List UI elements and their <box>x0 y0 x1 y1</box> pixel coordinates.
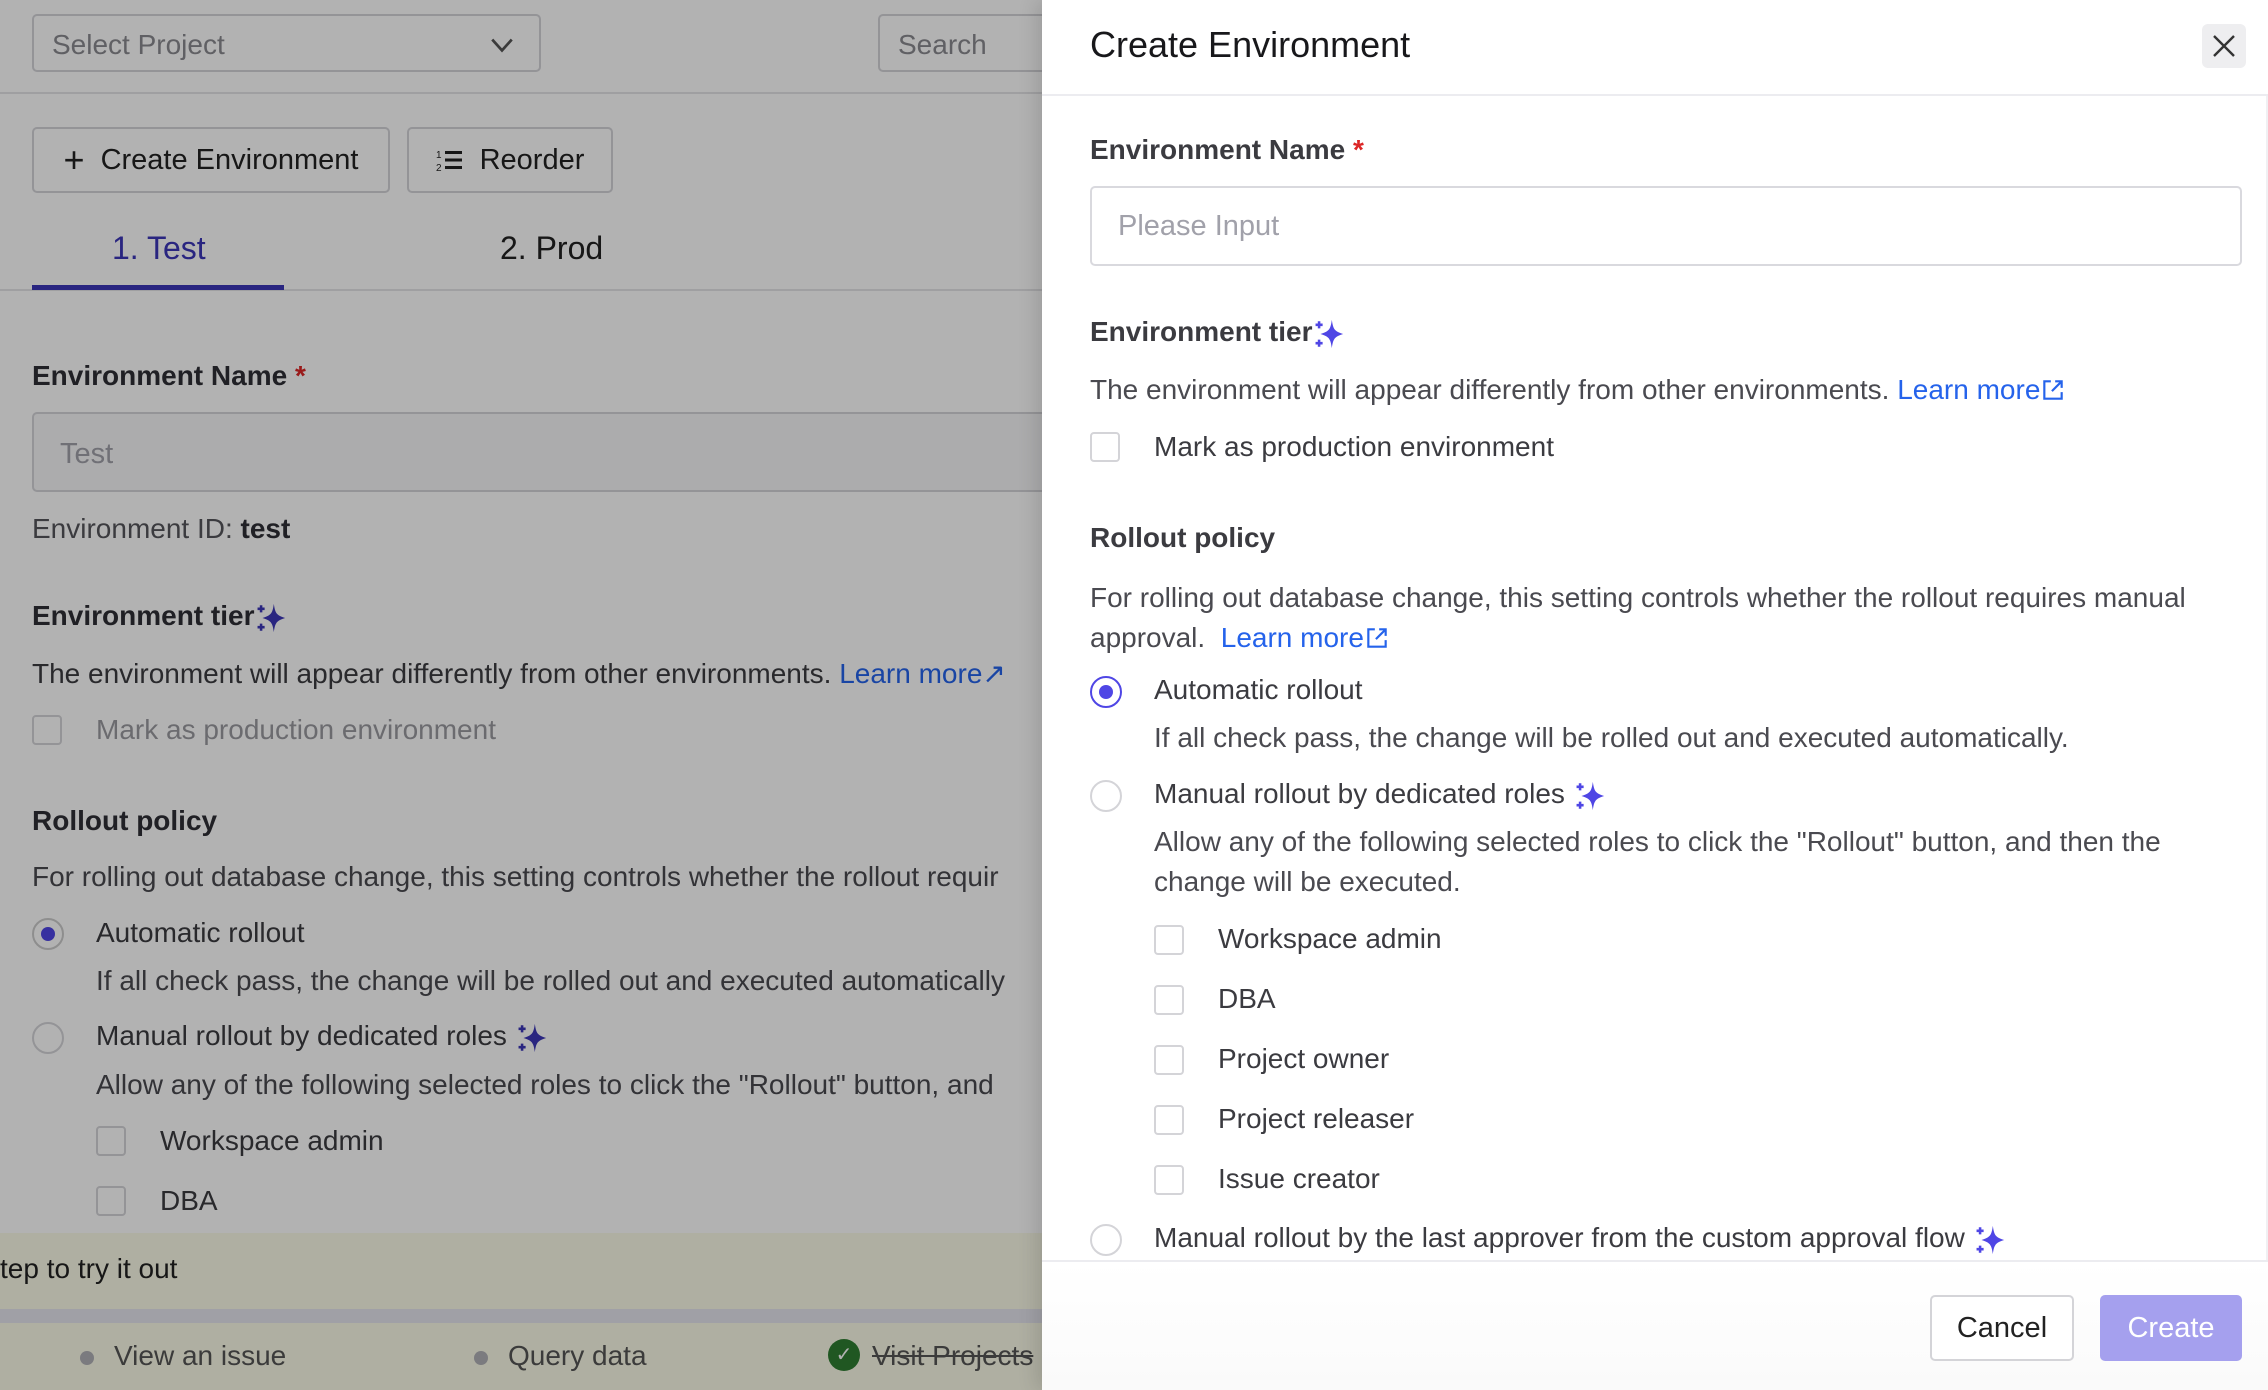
manual-approver-label[interactable]: Manual rollout by the last approver from… <box>1154 1222 2007 1257</box>
sparkles-icon <box>1976 1225 2004 1254</box>
role-checkbox-project-releaser[interactable] <box>1154 1105 1184 1135</box>
role-label[interactable]: Issue creator <box>1218 1163 1380 1195</box>
drawer-header: Create Environment <box>1042 0 2268 96</box>
role-label[interactable]: DBA <box>1218 983 1276 1015</box>
role-label[interactable]: Workspace admin <box>1218 923 1442 955</box>
role-checkbox-issue-creator[interactable] <box>1154 1165 1184 1195</box>
role-label[interactable]: Project owner <box>1218 1043 1389 1075</box>
manual-approver-label-text: Manual rollout by the last approver from… <box>1154 1222 1965 1253</box>
env-tier-label-text: Environment tier <box>1090 316 1313 347</box>
learn-more-link[interactable]: Learn more <box>1897 374 2040 405</box>
manual-roles-radio[interactable] <box>1090 780 1122 812</box>
learn-more-link[interactable]: Learn more <box>1221 622 1364 653</box>
env-name-label: Environment Name * <box>1090 134 1364 166</box>
required-mark: * <box>1352 134 1364 165</box>
rollout-policy-label: Rollout policy <box>1090 522 1276 553</box>
auto-rollout-label[interactable]: Automatic rollout <box>1154 674 1363 706</box>
manual-roles-desc: Allow any of the following selected role… <box>1154 826 2161 897</box>
env-tier-desc-text: The environment will appear differently … <box>1090 374 1890 405</box>
close-button[interactable] <box>2202 24 2246 68</box>
modal-overlay[interactable] <box>0 0 1042 1390</box>
sparkles-icon <box>1576 781 1604 810</box>
external-link-icon <box>2043 380 2064 400</box>
cancel-button[interactable]: Cancel <box>1930 1295 2074 1361</box>
manual-roles-label[interactable]: Manual rollout by dedicated roles <box>1154 778 1607 813</box>
drawer-title: Create Environment <box>1090 24 1411 65</box>
auto-rollout-radio[interactable] <box>1090 676 1122 708</box>
role-checkbox-project-owner[interactable] <box>1154 1045 1184 1075</box>
production-checkbox-label[interactable]: Mark as production environment <box>1154 431 1554 463</box>
manual-roles-label-text: Manual rollout by dedicated roles <box>1154 778 1565 809</box>
env-name-input[interactable] <box>1092 188 2240 264</box>
create-button[interactable]: Create <box>2100 1295 2242 1361</box>
sparkles-icon <box>1316 319 1344 348</box>
env-tier-desc: The environment will appear differently … <box>1090 374 2066 406</box>
rollout-policy-desc: For rolling out database change, this se… <box>1090 578 2250 658</box>
external-link-icon <box>1367 628 1387 648</box>
role-checkbox-dba[interactable] <box>1154 985 1184 1015</box>
drawer-footer: Cancel Create <box>1042 1260 2268 1390</box>
auto-rollout-desc: If all check pass, the change will be ro… <box>1154 722 2069 753</box>
close-icon <box>2213 35 2235 57</box>
role-checkbox-workspace-admin[interactable] <box>1154 925 1184 955</box>
role-label[interactable]: Project releaser <box>1218 1103 1414 1135</box>
env-tier-label: Environment tier <box>1090 316 1346 351</box>
production-checkbox[interactable] <box>1090 432 1120 462</box>
env-name-field[interactable] <box>1090 186 2242 266</box>
manual-approver-radio[interactable] <box>1090 1224 1122 1256</box>
env-name-label-text: Environment Name <box>1090 134 1346 165</box>
create-environment-drawer: Create Environment Environment Name * En… <box>1042 0 2268 1390</box>
